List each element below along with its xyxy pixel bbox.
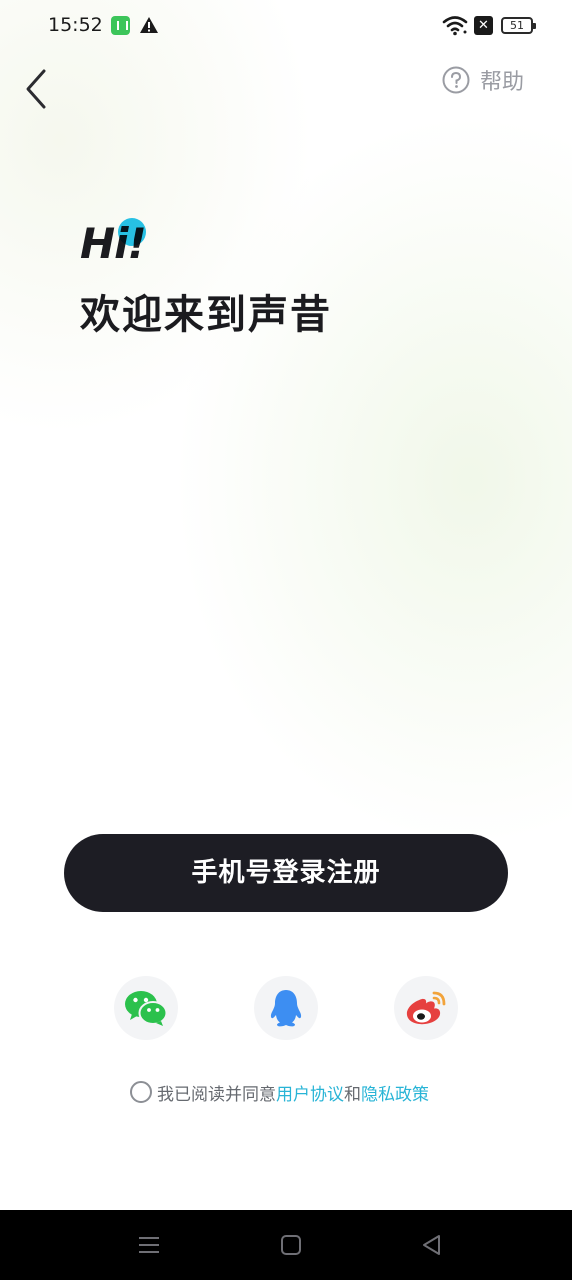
question-circle-icon [442, 66, 470, 94]
back-button[interactable] [22, 68, 52, 110]
phone-login-button[interactable]: 手机号登录注册 [64, 834, 508, 912]
welcome-title: 欢迎来到声昔 [80, 292, 332, 338]
qq-login-button[interactable] [254, 976, 318, 1040]
menu-icon[interactable] [136, 1232, 162, 1258]
warning-icon [140, 17, 158, 33]
privacy-policy-link[interactable]: 隐私政策 [361, 1080, 429, 1105]
wifi-icon [442, 16, 468, 36]
back-triangle-icon[interactable] [419, 1232, 445, 1258]
weibo-icon [406, 991, 446, 1025]
wechat-login-button[interactable] [114, 976, 178, 1040]
status-time: 15:52 [48, 14, 103, 36]
system-nav-bar [0, 1210, 572, 1280]
wechat-icon [125, 991, 168, 1026]
no-sim-icon: ✕ [474, 16, 493, 35]
agreement-checkbox[interactable] [130, 1081, 152, 1103]
battery-icon: 51 [501, 17, 536, 34]
help-label: 帮助 [480, 70, 525, 95]
agreement-row: 我已阅读并同意 用户协议 和 隐私政策 [130, 1080, 429, 1105]
agreement-and: 和 [344, 1084, 361, 1105]
status-bar: 15:52 ✕ 51 [0, 0, 572, 52]
agreement-prefix: 我已阅读并同意 [157, 1084, 276, 1105]
app-notification-icon [111, 16, 130, 35]
weibo-login-button[interactable] [394, 976, 458, 1040]
help-button[interactable]: 帮助 [442, 64, 524, 96]
greeting-dot-decoration [118, 218, 146, 246]
qq-icon [270, 990, 302, 1027]
greeting: Hi! [80, 218, 160, 268]
home-icon[interactable] [278, 1232, 304, 1258]
user-agreement-link[interactable]: 用户协议 [276, 1080, 344, 1105]
chevron-left-icon [26, 69, 46, 109]
